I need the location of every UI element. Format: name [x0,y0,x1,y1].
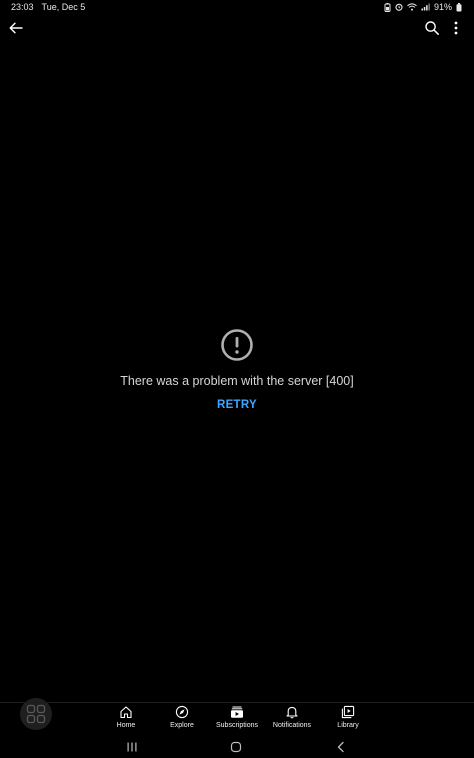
error-state: There was a problem with the server [400… [0,328,474,413]
alarm-icon [395,3,403,11]
status-right: 91% [384,0,462,14]
system-nav-bar [0,734,474,758]
nav-item-subscriptions[interactable]: Subscriptions [207,705,267,730]
nav-label-explore: Explore [170,722,194,729]
subscriptions-icon [207,705,267,719]
system-home-icon[interactable] [230,740,242,758]
more-vert-icon[interactable] [451,20,461,36]
nav-label-notifications: Notifications [272,722,312,729]
signal-icon [421,3,430,11]
error-circle-icon [220,328,254,362]
battery-saver-icon [384,2,391,12]
battery-level: 91% [433,2,452,12]
status-bar: 23:03 Tue, Dec 5 91% [0,0,474,14]
retry-button[interactable]: RETRY [213,397,261,413]
search-icon[interactable] [424,20,440,36]
nav-item-explore[interactable]: Explore [152,705,212,730]
wifi-icon [407,3,417,11]
error-message: There was a problem with the server [400… [120,374,354,388]
bell-icon [262,705,322,719]
app-bar [0,16,474,40]
status-left: 23:03 Tue, Dec 5 [11,0,85,14]
home-icon [96,705,156,719]
compass-icon [152,705,212,719]
recents-icon[interactable] [126,740,138,758]
nav-label-subscriptions: Subscriptions [215,722,259,729]
nav-item-library[interactable]: Library [318,705,378,730]
system-back-icon[interactable] [335,740,347,758]
nav-label-home: Home [116,722,136,729]
bottom-nav: Home Explore Subscriptions Notifications… [0,702,474,733]
nav-item-notifications[interactable]: Notifications [262,705,322,730]
library-icon [318,705,378,719]
arrow-left-icon[interactable] [8,20,24,36]
nav-item-home[interactable]: Home [96,705,156,730]
status-date: Tue, Dec 5 [41,2,86,12]
battery-icon [456,2,462,12]
status-time: 23:03 [11,2,34,12]
nav-label-library: Library [337,722,359,729]
